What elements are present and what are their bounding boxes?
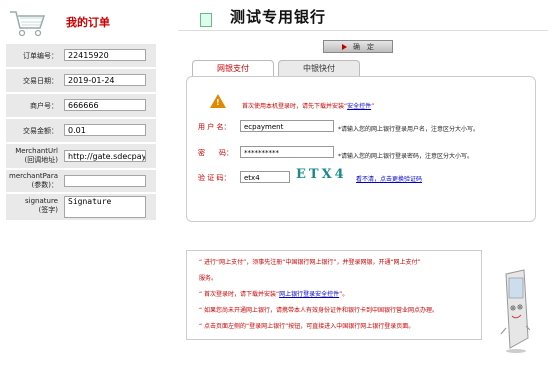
merchant-url-label-line1: MerchantUrl [15,147,58,155]
notice-line-3: “ 首次登录时，请下载并安装“网上银行登录安全控件”。 [199,291,348,299]
merchant-url-label: MerchantUrl (回调地址) [6,147,58,165]
order-id-label: 订单编号： [23,52,58,60]
security-control-download-link[interactable]: 网上银行登录安全控件 [279,291,339,298]
warning-text: 首次使用本机登录时，请先下载并安装“ [242,103,348,110]
signature-textarea[interactable]: Signature [64,196,146,218]
merchant-url-row: MerchantUrl (回调地址) http://gate.sdecpay.c… [6,144,156,168]
captcha-label: 验 证 码： [198,174,231,182]
trade-date-input[interactable]: 2019-01-24 [64,74,146,86]
password-field-wrap: ********** [240,146,334,158]
signature-label-line2: (签字) [38,206,58,214]
bank-title: 测试专用银行 [230,8,327,26]
merchant-id-input[interactable]: 666666 [64,99,146,111]
warning-tail: ” [371,103,375,110]
notice-line-5: “ 点击页面左侧的“登录网上银行”按钮，可直接进入中国银行网上银行登录页面。 [199,323,415,330]
username-hint: *请输入您的网上银行登录用户名，注意区分大小写。 [338,126,480,133]
password-label: 密 码： [198,149,233,157]
notice-line-3-pre: “ 首次登录时，请下载并安装“ [199,291,280,298]
merchant-para-input[interactable] [64,175,146,187]
warning-exclamation: ! [216,98,220,107]
arrow-right-icon [342,44,347,50]
merchant-para-row: merchantPara (参数)： [6,170,156,192]
merchant-para-label: merchantPara (参数)： [6,172,58,190]
captcha-image-text: ETX4 [296,167,347,182]
confirm-button[interactable]: 确 定 [323,40,393,53]
password-input[interactable]: ********** [240,146,334,158]
notice-line-3-post: ”。 [339,291,349,298]
merchant-id-row: 商户号： 666666 [6,94,156,117]
notice-line-2: 服务。 [199,275,218,282]
bank-page-icon [200,13,212,27]
signature-label-line1: signature [25,197,58,205]
username-label: 用 户 名： [198,123,231,131]
username-field-wrap: ecpayment [240,120,334,132]
tab-boc-quickpay[interactable]: 中银快付 [278,60,360,76]
amount-input[interactable]: 0.01 [64,124,146,136]
amount-label: 交易金额： [23,127,58,135]
amount-row: 交易金额： 0.01 [6,119,156,142]
warning-message: 首次使用本机登录时，请先下载并安装“安全控件” [242,101,374,110]
notice-box: “ 进行“网上支付”，须事先注册“中国银行网上银行”，并登录网银，开通“网上支付… [186,250,482,340]
confirm-button-label: 确 定 [353,43,374,51]
login-panel [186,76,536,222]
order-id-input[interactable]: 22415920 [64,49,146,61]
username-input[interactable]: ecpayment [240,120,334,132]
signature-row: signature (签字) Signature [6,194,156,220]
notice-line-4: “ 如果您尚未开通网上银行，请携带本人有效身份证件和银行卡到中国银行营业网点办理… [199,307,439,314]
order-id-row: 订单编号： 22415920 [6,44,156,67]
trade-date-row: 交易日期： 2019-01-24 [6,69,156,92]
merchant-para-label-line2: (参数)： [31,181,58,189]
title-divider [178,30,548,31]
trade-date-label: 交易日期： [23,77,58,85]
notice-line-1: “ 进行“网上支付”，须事先注册“中国银行网上银行”，并登录网银，开通“网上支付… [199,259,421,266]
captcha-image[interactable]: ETX4 [296,167,350,182]
shopping-cart-icon [8,8,48,38]
signature-label: signature (签字) [6,197,58,215]
merchant-url-label-line2: (回调地址) [24,156,58,164]
captcha-field-wrap: etx4 [240,171,290,183]
security-control-link[interactable]: 安全控件 [347,103,371,110]
captcha-refresh-link[interactable]: 看不清，点击更换验证码 [356,174,422,183]
merchant-url-input[interactable]: http://gate.sdecpay.com [64,150,146,162]
merchant-para-label-line1: merchantPara [9,172,58,180]
order-panel: 我的订单 订单编号： 22415920 交易日期： 2019-01-24 商户号… [0,0,160,385]
password-hint: *请输入您的网上银行登录密码，注意区分大小写。 [338,153,474,160]
merchant-id-label: 商户号： [30,102,58,110]
my-order-title: 我的订单 [66,16,110,29]
captcha-input[interactable]: etx4 [240,171,290,183]
phone-mascot-icon [500,268,531,354]
tab-online-banking[interactable]: 网银支付 [192,60,274,76]
